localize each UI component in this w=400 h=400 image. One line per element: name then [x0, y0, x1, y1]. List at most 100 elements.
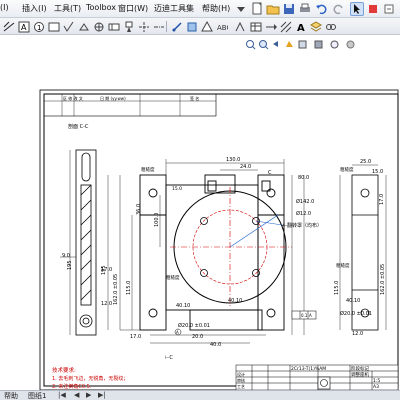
title-material: 2Cr13-T(1)%AM: [291, 366, 326, 372]
dim-115: 115.0: [126, 281, 132, 295]
section-view-label: 剖面 C-C: [68, 123, 89, 130]
text-format-icon[interactable]: A: [294, 20, 307, 33]
nav-next-icon[interactable]: ▶: [86, 391, 91, 399]
tolerance-datum: A: [309, 313, 312, 318]
save-icon[interactable]: [282, 2, 296, 16]
rough-top-left: 粗糙度: [141, 166, 155, 173]
toolbar-separator: [166, 21, 167, 32]
dim-right-40: 40.10: [346, 298, 360, 304]
geometric-tolerance-icon[interactable]: [107, 20, 120, 33]
dim-right-dia-20: Ø20.0 ±0.01: [340, 310, 372, 317]
label-c-bottom: ⊢C: [165, 355, 173, 361]
tech-req-line1: 1. 去毛刺飞边，无锐角，无裂纹；: [52, 375, 128, 382]
svg-text:A: A: [297, 23, 305, 33]
datum-a-label: A: [176, 330, 179, 335]
holes-note: 4-翻转罩（均布）: [282, 222, 322, 229]
arrow-line-icon[interactable]: [264, 20, 277, 33]
weld-symbol-icon[interactable]: [77, 20, 90, 33]
dim-bottom-17: 17.0: [130, 334, 141, 340]
datum-feature-icon[interactable]: [122, 20, 135, 33]
menu-item-tools[interactable]: 工具(T): [54, 3, 81, 14]
auto-balloon-icon[interactable]: [47, 20, 60, 33]
balloon-icon[interactable]: 1: [32, 20, 45, 33]
print-icon[interactable]: [298, 2, 312, 16]
menu-item-toolbox[interactable]: Toolbox: [86, 3, 116, 12]
rough-right: 粗糙度: [336, 262, 350, 269]
hole-callout-icon[interactable]: [92, 20, 105, 33]
dim-right-115: 115.0: [334, 281, 340, 295]
table-icon[interactable]: [249, 20, 262, 33]
dim-162: 162.0 ±0.05: [113, 274, 119, 305]
rev-col-zone: 区 修 改 文: [63, 95, 83, 101]
svg-text:A: A: [21, 23, 27, 32]
menu-item-prev[interactable]: (I): [0, 3, 9, 12]
dim-bottom-40: 40.0: [210, 342, 221, 348]
dim-bottom-dia-20: Ø20.0 ±0.01: [178, 322, 210, 329]
rev-col-date: 日 期 (yy.ww): [100, 95, 126, 101]
dim-top-130: 130.0: [226, 157, 240, 163]
svg-text:1: 1: [37, 24, 41, 32]
title-row-review: 审核: [237, 377, 245, 383]
redo-icon[interactable]: [332, 2, 346, 16]
nav-prev-icon[interactable]: ◀: [74, 391, 79, 399]
select-arrow-icon[interactable]: [350, 2, 364, 16]
dim-top-24: 24.0: [240, 164, 251, 170]
dim-right-15: 15.0: [372, 169, 383, 175]
dim-100: 100.0: [154, 213, 160, 227]
title-stage: 阶段标记: [351, 365, 369, 372]
dim-right-25: 25.0: [360, 159, 371, 165]
dim-dia-142: Ø142.0: [296, 198, 314, 205]
rebuild-icon[interactable]: [366, 2, 380, 16]
link-icon[interactable]: [324, 20, 337, 33]
revision-cloud-icon[interactable]: ABC: [215, 20, 228, 33]
menu-item-maidi[interactable]: 迈迪工具集: [154, 3, 194, 14]
title-part-name: 调整座机: [351, 371, 369, 378]
new-document-icon[interactable]: [250, 2, 264, 16]
drawing-canvas[interactable]: 区 修 改 文 日 期 (yy.ww) 签 名 剖面 C-C 9.0 195 1…: [0, 35, 400, 390]
dim-dia-12: Ø12.0: [296, 210, 311, 217]
dim-left-12: 12.0: [101, 301, 112, 307]
sketch-toolbar: A 1 ABC: [0, 18, 400, 35]
dim-right-12: 12.0: [352, 331, 363, 337]
drawing-sheet[interactable]: 区 修 改 文 日 期 (yy.ww) 签 名 剖面 C-C 9.0 195 1…: [0, 35, 400, 390]
centerline-icon[interactable]: [152, 20, 165, 33]
center-mark-icon[interactable]: [137, 20, 150, 33]
menu-item-window[interactable]: 窗口(W): [118, 3, 148, 14]
layer-icon[interactable]: [309, 20, 322, 33]
dim-left-17: 17.0: [101, 267, 112, 273]
dim-bottom-40-1: 40.10: [228, 298, 242, 304]
surface-finish-icon[interactable]: [62, 20, 75, 33]
tab-sheet1[interactable]: 图纸1: [28, 391, 46, 400]
note-icon[interactable]: A: [17, 20, 30, 33]
tech-req-title: 技术要求:: [52, 366, 76, 374]
tech-req-line2: 2. 未注倒角C0.5.: [52, 383, 92, 390]
rev-col-sign: 签 名: [190, 95, 199, 101]
rough-right-top: 粗糙度: [340, 166, 354, 173]
dim-36: 36.0: [136, 204, 142, 215]
dim-top-80: 80.0: [298, 175, 309, 181]
magnetic-line-icon[interactable]: [234, 20, 247, 33]
dim-left-195: 195: [67, 260, 73, 270]
revision-symbol-icon[interactable]: [200, 20, 213, 33]
dim-bottom-40-2: 40.10: [176, 303, 190, 309]
sheet-tab-bar: 帮助 图纸1 |◀ ◀ ▶ ▶|: [0, 390, 400, 400]
dim-right-17: 17.0: [379, 194, 385, 205]
dropdown-arrow-icon[interactable]: [234, 2, 248, 16]
tab-help[interactable]: 帮助: [4, 391, 18, 400]
title-scale: 1:5: [373, 378, 380, 384]
label-c-top: C: [268, 170, 272, 176]
menu-item-insert[interactable]: 插入(I): [22, 3, 47, 14]
title-row-process: 工艺: [237, 384, 245, 389]
area-hatch-icon[interactable]: [170, 20, 183, 33]
crosshatch-icon[interactable]: [279, 20, 292, 33]
undo-icon[interactable]: [314, 2, 328, 16]
dim-bottom-20: 20.0: [192, 334, 203, 340]
nav-last-icon[interactable]: ▶|: [98, 391, 106, 399]
nav-first-icon[interactable]: |◀: [58, 391, 66, 399]
open-folder-icon[interactable]: [266, 2, 280, 16]
options-icon[interactable]: [382, 2, 396, 16]
menu-item-help[interactable]: 帮助(H): [202, 3, 230, 14]
block-icon[interactable]: [185, 20, 198, 33]
smart-dimension-icon[interactable]: [2, 20, 15, 33]
dim-right-162: 162.0 ±0.05: [380, 264, 386, 295]
